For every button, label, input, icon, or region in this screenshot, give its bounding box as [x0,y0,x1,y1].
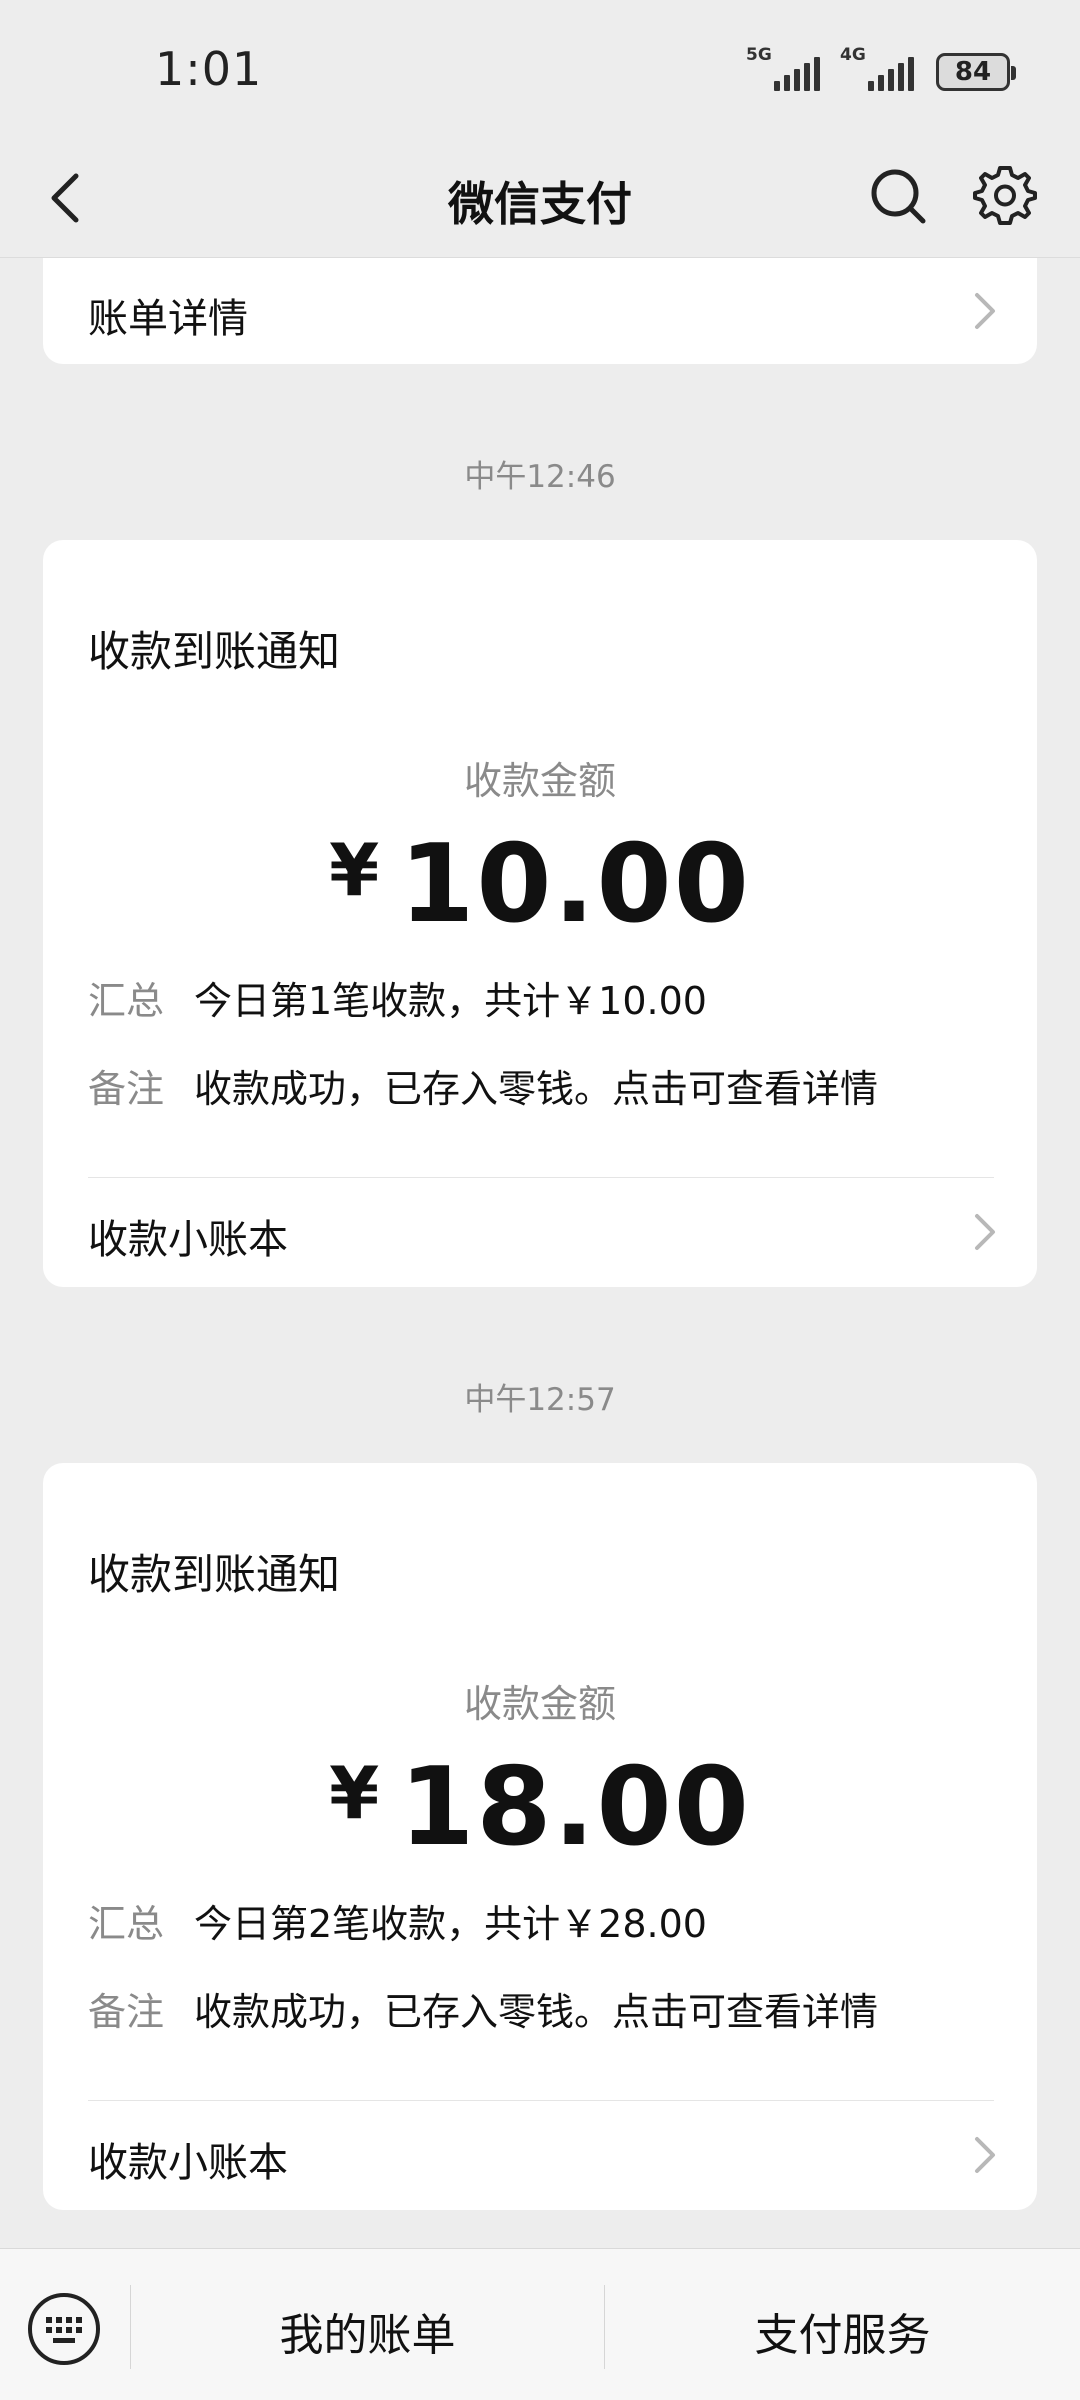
summary-row: 汇总 今日第1笔收款，共计￥10.00 [88,970,707,1025]
ledger-link[interactable]: 收款小账本 [88,2130,288,2188]
battery-icon: 84 [936,53,1016,91]
note-row: 备注 收款成功，已存入零钱。点击可查看详情 [88,1058,878,1113]
settings-button[interactable] [972,162,1038,228]
currency-symbol: ¥ [329,828,382,912]
currency-symbol: ¥ [329,1751,382,1835]
ledger-link[interactable]: 收款小账本 [88,1207,288,1265]
4g-label: 4G [840,45,866,65]
note-row: 备注 收款成功，已存入零钱。点击可查看详情 [88,1981,878,2036]
keyboard-toggle-button[interactable] [26,2291,102,2367]
status-time: 1:01 [155,42,263,96]
bill-detail-row[interactable]: 账单详情 [43,258,1037,364]
bill-detail-label: 账单详情 [88,296,248,342]
5g-signal-icon: 5G [746,45,820,91]
amount-label: 收款金额 [463,759,616,803]
divider [88,1177,994,1178]
nav-bar: 微信支付 [0,140,1080,258]
note-key: 备注 [88,1990,165,2034]
bottom-menu-bar: 我的账单 支付服务 [0,2248,1080,2400]
summary-key: 汇总 [88,979,165,1023]
summary-row: 汇总 今日第2笔收款，共计￥28.00 [88,1893,707,1948]
4g-signal-icon: 4G [840,45,914,91]
payment-notice-card[interactable]: 收款到账通知 收款金额 ¥10.00 汇总 今日第1笔收款，共计￥10.00 备注… [43,540,1037,1287]
divider [88,2100,994,2101]
summary-value: 今日第1笔收款，共计￥10.00 [194,979,707,1023]
amount-value: ¥18.00 [43,1745,1037,1870]
amount-number: 10.00 [399,822,751,947]
amount-value: ¥10.00 [43,822,1037,947]
notice-title: 收款到账通知 [88,1550,341,1599]
search-button[interactable] [866,164,930,228]
note-value: 收款成功，已存入零钱。点击可查看详情 [194,1067,879,1111]
gear-icon [973,166,1037,225]
menu-payment-services[interactable]: 支付服务 [605,2299,1080,2363]
status-icons: 5G 4G 84 [746,45,1016,96]
notice-title: 收款到账通知 [88,627,341,676]
message-timestamp: 中午12:57 [464,1382,616,1418]
summary-key: 汇总 [88,1902,165,1946]
amount-number: 18.00 [399,1745,751,1870]
keyboard-icon [28,2293,100,2365]
note-value: 收款成功，已存入零钱。点击可查看详情 [194,1990,879,2034]
search-icon [871,169,926,224]
payment-notice-card[interactable]: 收款到账通知 收款金额 ¥18.00 汇总 今日第2笔收款，共计￥28.00 备注… [43,1463,1037,2210]
note-key: 备注 [88,1067,165,1111]
chevron-right-icon [975,1214,995,1250]
status-bar: 1:01 5G 4G 84 [0,0,1080,140]
chevron-right-icon [975,2137,995,2173]
chevron-right-icon [975,293,995,329]
5g-label: 5G [746,45,772,65]
amount-label: 收款金额 [463,1682,616,1726]
menu-my-bills[interactable]: 我的账单 [131,2299,604,2363]
summary-value: 今日第2笔收款，共计￥28.00 [194,1902,707,1946]
message-timestamp: 中午12:46 [464,459,616,495]
